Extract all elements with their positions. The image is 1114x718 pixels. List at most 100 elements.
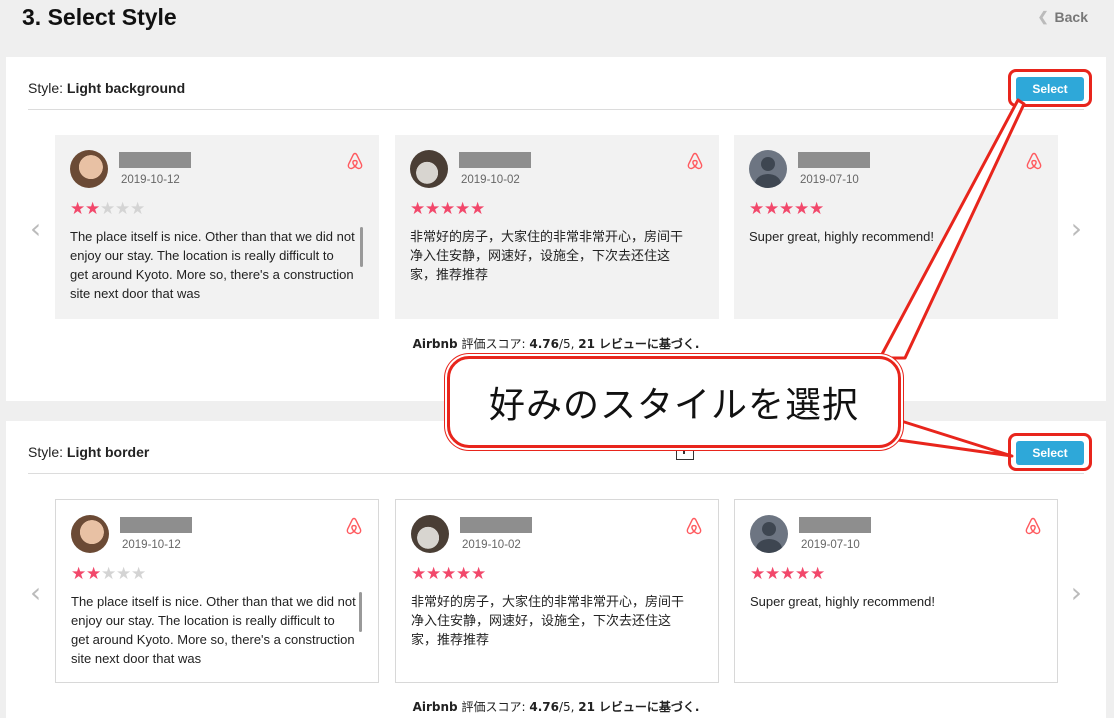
star-icon: ★ [764, 199, 779, 219]
star-rating: ★★★★★ [749, 201, 824, 218]
airbnb-logo-icon [686, 517, 702, 535]
star-icon: ★ [440, 199, 455, 219]
star-icon: ★ [411, 564, 426, 584]
star-icon: ★ [85, 199, 100, 219]
star-icon: ★ [441, 564, 456, 584]
summary-score-suffix: /5, [558, 700, 575, 714]
style-prefix: Style: [28, 80, 64, 96]
star-icon: ★ [455, 199, 470, 219]
select-button[interactable]: Select [1016, 441, 1084, 465]
style-name: Light background [66, 80, 186, 96]
star-icon: ★ [795, 564, 810, 584]
summary-count: 21 [578, 337, 595, 351]
review-text: The place itself is nice. Other than tha… [70, 229, 355, 301]
reviewer-name-redacted [798, 152, 870, 168]
summary-score-label: 評価スコア: [461, 337, 526, 351]
carousel-prev-icon[interactable]: ‹ [30, 576, 41, 609]
reviewer-name-redacted [120, 517, 192, 533]
avatar [749, 150, 787, 188]
airbnb-logo-icon [347, 152, 363, 170]
review-card: 2019-07-10 ★★★★★ Super great, highly rec… [734, 135, 1058, 319]
review-text: 非常好的房子，大家住的非常非常开心，房间干净入住安静，网速好，设施全，下次去还住… [410, 229, 684, 282]
star-icon: ★ [750, 564, 765, 584]
star-icon: ★ [425, 199, 440, 219]
star-icon: ★ [780, 564, 795, 584]
review-card: 2019-07-10 ★★★★★ Super great, highly rec… [734, 499, 1058, 683]
style-name: Light border [66, 444, 150, 460]
star-icon: ★ [116, 564, 131, 584]
star-icon: ★ [810, 564, 825, 584]
star-icon: ★ [101, 564, 116, 584]
style-label: Style: Light border [28, 444, 149, 460]
style-label: Style: Light background [28, 80, 185, 96]
rating-summary: Airbnb 評価スコア: 4.76/5, 21 レビューに基づく. [6, 335, 1106, 352]
annotation-callout: 好みのスタイルを選択 [447, 356, 901, 448]
review-text: Super great, highly recommend! [750, 594, 935, 609]
page-title: 3. Select Style [22, 4, 177, 30]
reviewer-name-redacted [460, 517, 532, 533]
star-icon: ★ [456, 564, 471, 584]
avatar [750, 515, 788, 553]
review-date: 2019-07-10 [801, 539, 860, 551]
star-icon: ★ [794, 199, 809, 219]
star-rating: ★★★★★ [411, 566, 486, 583]
select-button[interactable]: Select [1016, 77, 1084, 101]
carousel-prev-icon[interactable]: ‹ [30, 212, 41, 245]
avatar [70, 150, 108, 188]
airbnb-logo-icon [346, 517, 362, 535]
summary-score: 4.76 [529, 337, 559, 351]
carousel-next-icon[interactable]: › [1071, 212, 1082, 245]
star-rating: ★★★★★ [410, 201, 485, 218]
airbnb-logo-icon [687, 152, 703, 170]
review-text: The place itself is nice. Other than tha… [71, 594, 356, 666]
summary-score-label: 評価スコア: [461, 700, 526, 714]
airbnb-logo-icon [1025, 517, 1041, 535]
carousel-next-icon[interactable]: › [1071, 576, 1082, 609]
style-header: Style: Light background Select [28, 57, 1084, 110]
review-card: 2019-10-12 ★★★★★ The place itself is nic… [55, 499, 379, 683]
airbnb-logo-icon [1026, 152, 1042, 170]
callout-text: 好みのスタイルを選択 [488, 385, 859, 426]
star-icon: ★ [115, 199, 130, 219]
review-card: 2019-10-02 ★★★★★ 非常好的房子，大家住的非常非常开心，房间干净入… [395, 499, 719, 683]
star-icon: ★ [765, 564, 780, 584]
star-icon: ★ [779, 199, 794, 219]
style-panel-light-border: Style: Light border Select ‹ › 2019-10-1… [6, 421, 1106, 718]
review-scrollbar[interactable] [360, 227, 363, 267]
star-icon: ★ [130, 199, 145, 219]
review-card: 2019-10-02 ★★★★★ 非常好的房子，大家住的非常非常开心，房间干净入… [395, 135, 719, 319]
star-icon: ★ [471, 564, 486, 584]
star-icon: ★ [71, 564, 86, 584]
review-date: 2019-07-10 [800, 174, 859, 186]
review-date: 2019-10-02 [461, 174, 520, 186]
reviewer-name-redacted [799, 517, 871, 533]
review-text: Super great, highly recommend! [749, 229, 934, 244]
summary-source: Airbnb [412, 337, 458, 351]
review-date: 2019-10-02 [462, 539, 521, 551]
star-icon: ★ [70, 199, 85, 219]
summary-score: 4.76 [529, 700, 559, 714]
back-label: Back [1054, 9, 1088, 25]
summary-count: 21 [578, 700, 595, 714]
back-link[interactable]: ❮ Back [1038, 9, 1088, 25]
style-prefix: Style: [28, 444, 64, 460]
star-rating: ★★★★★ [71, 566, 146, 583]
summary-count-suffix: レビューに基づく. [598, 700, 700, 714]
review-card: 2019-10-12 ★★★★★ The place itself is nic… [55, 135, 379, 319]
star-icon: ★ [410, 199, 425, 219]
star-icon: ★ [100, 199, 115, 219]
review-scrollbar[interactable] [359, 592, 362, 632]
summary-count-suffix: レビューに基づく. [598, 337, 700, 351]
summary-source: Airbnb [412, 700, 458, 714]
summary-score-suffix: /5, [558, 337, 575, 351]
review-date: 2019-10-12 [121, 174, 180, 186]
star-icon: ★ [131, 564, 146, 584]
style-panel-light-background: Style: Light background Select ‹ › 2019-… [6, 57, 1106, 401]
star-icon: ★ [749, 199, 764, 219]
avatar [411, 515, 449, 553]
reviewer-name-redacted [459, 152, 531, 168]
chevron-left-icon: ❮ [1037, 9, 1049, 24]
star-icon: ★ [426, 564, 441, 584]
star-icon: ★ [470, 199, 485, 219]
review-text: 非常好的房子，大家住的非常非常开心，房间干净入住安静，网速好，设施全，下次去还住… [411, 594, 685, 647]
